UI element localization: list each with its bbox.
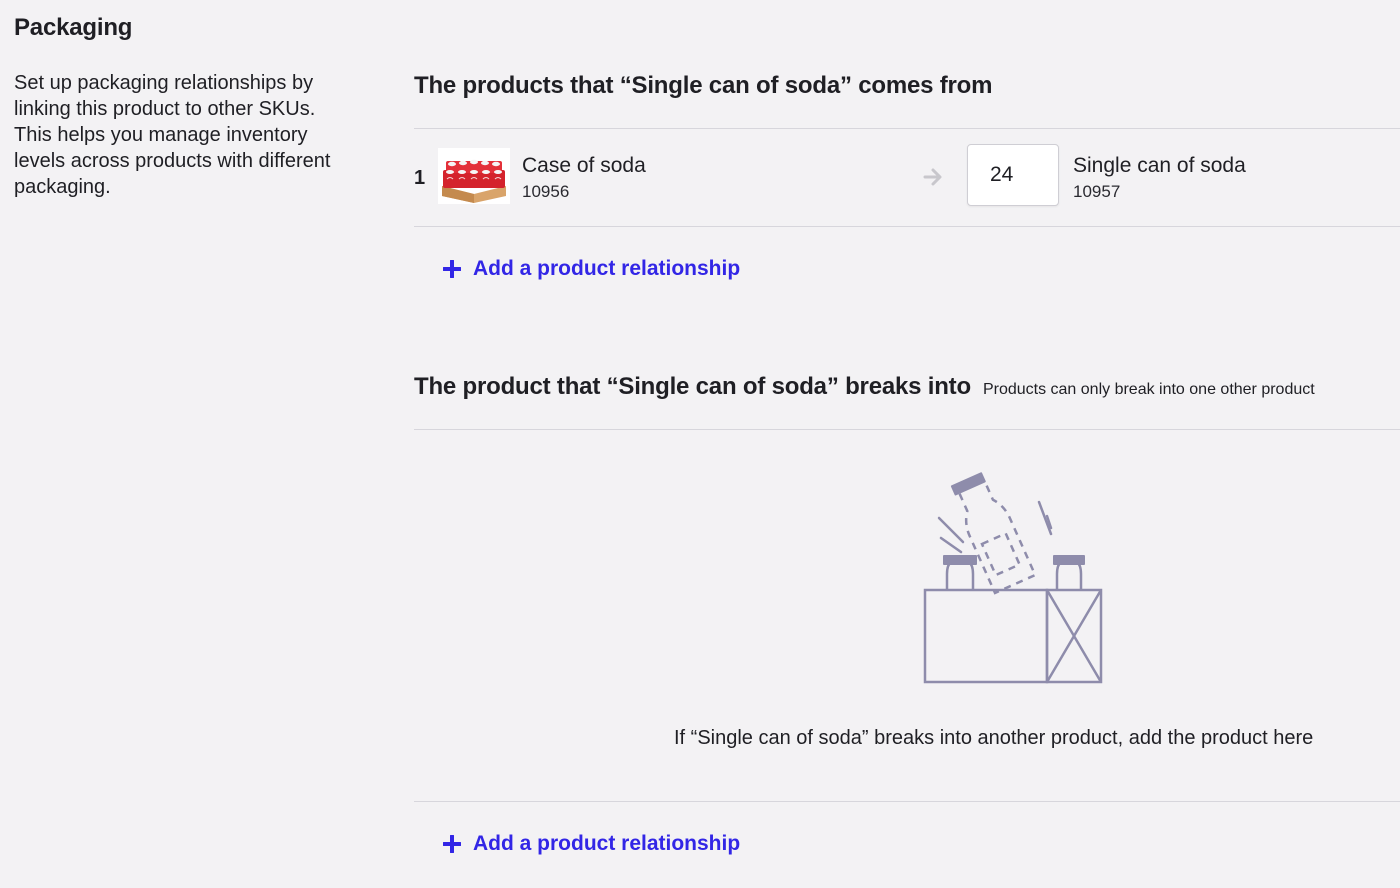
- relationship-row: 1 Case of soda 10956 24 Single can of so…: [414, 129, 1400, 225]
- divider: [414, 226, 1400, 227]
- comes-from-heading: The products that “Single can of soda” c…: [414, 72, 993, 99]
- breaks-into-note: Products can only break into one other p…: [982, 381, 1315, 398]
- page-title: Packaging: [14, 14, 133, 41]
- target-product-sku: 10957: [1073, 182, 1121, 201]
- breaks-into-title: The product that “Single can of soda” br…: [414, 373, 971, 400]
- add-relationship-label: Add a product relationship: [473, 257, 741, 280]
- plus-icon: [443, 835, 461, 853]
- breaks-into-heading: The product that “Single can of soda” br…: [414, 373, 1315, 401]
- add-relationship-button[interactable]: Add a product relationship: [443, 257, 740, 281]
- source-product-name[interactable]: Case of soda: [522, 154, 646, 178]
- bottles-in-crate-illustration: [923, 472, 1103, 684]
- add-relationship-label: Add a product relationship: [473, 832, 741, 855]
- row-index: 1: [414, 167, 426, 189]
- source-product-sku: 10956: [522, 182, 570, 201]
- plus-icon: [443, 260, 461, 278]
- add-relationship-button[interactable]: Add a product relationship: [443, 832, 740, 856]
- case-of-soda-thumbnail: [438, 148, 510, 204]
- divider: [414, 801, 1400, 802]
- empty-state-message: If “Single can of soda” breaks into anot…: [674, 727, 1314, 749]
- target-product-name: Single can of soda: [1073, 154, 1246, 177]
- quantity-input[interactable]: [967, 144, 1059, 206]
- relationships-panel: The products that “Single can of soda” c…: [414, 0, 1400, 888]
- divider: [414, 429, 1400, 430]
- arrow-right-icon: [923, 168, 942, 186]
- page-description: Set up packaging relationships by linkin…: [14, 72, 331, 198]
